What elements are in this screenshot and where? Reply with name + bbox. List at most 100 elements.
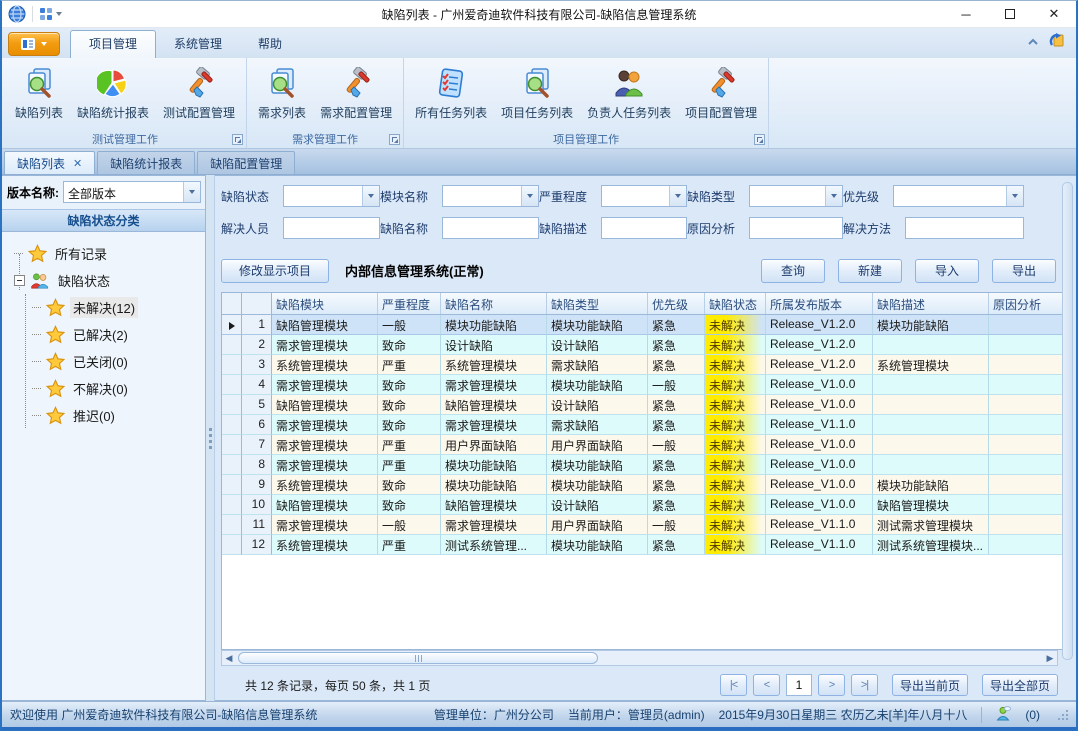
help-icon[interactable]: [1049, 32, 1066, 52]
export-current-page-button[interactable]: 导出当前页: [892, 674, 968, 696]
filter-combobox[interactable]: [601, 185, 687, 207]
table-row[interactable]: 6需求管理模块致命需求管理模块需求缺陷紧急未解决Release_V1.1.0: [222, 415, 1066, 435]
action-button-1[interactable]: 新建: [838, 259, 902, 283]
dialog-launcher-icon[interactable]: [389, 134, 400, 145]
ribbon-tab-2[interactable]: 帮助: [240, 31, 300, 58]
ribbon-button[interactable]: 缺陷列表: [8, 64, 70, 123]
filter-combobox[interactable]: [749, 185, 843, 207]
ribbon-tab-1[interactable]: 系统管理: [156, 31, 240, 58]
ribbon-button[interactable]: 项目任务列表: [494, 64, 580, 123]
chevron-down-icon[interactable]: [1006, 186, 1023, 206]
filter-input[interactable]: [442, 217, 539, 239]
row-selector-cell[interactable]: [222, 395, 242, 415]
grid-column-header[interactable]: 缺陷名称: [441, 293, 547, 314]
grid-column-header[interactable]: 原因分析: [989, 293, 1067, 314]
ribbon-button[interactable]: 需求列表: [251, 64, 313, 123]
ribbon-button[interactable]: 负责人任务列表: [580, 64, 678, 123]
table-row[interactable]: 12系统管理模块严重测试系统管理...模块功能缺陷紧急未解决Release_V1…: [222, 535, 1066, 555]
tree-item-2[interactable]: 未解决(12): [2, 294, 205, 321]
grid-column-header[interactable]: 严重程度: [378, 293, 441, 314]
grid-column-header[interactable]: 所属发布版本: [766, 293, 873, 314]
row-selector-cell[interactable]: [222, 455, 242, 475]
tree-item-0[interactable]: 所有记录: [2, 240, 205, 267]
filter-input[interactable]: [905, 217, 1024, 239]
table-row[interactable]: 4需求管理模块致命需求管理模块模块功能缺陷一般未解决Release_V1.0.0: [222, 375, 1066, 395]
filter-combobox[interactable]: [893, 185, 1024, 207]
ribbon-button[interactable]: 缺陷统计报表: [70, 64, 156, 123]
filter-input[interactable]: [283, 217, 380, 239]
export-all-pages-button[interactable]: 导出全部页: [982, 674, 1058, 696]
close-button[interactable]: ✕: [1032, 1, 1076, 27]
table-row[interactable]: 2需求管理模块致命设计缺陷设计缺陷紧急未解决Release_V1.2.0: [222, 335, 1066, 355]
version-combobox[interactable]: 全部版本: [63, 181, 201, 203]
table-row[interactable]: 11需求管理模块一般需求管理模块用户界面缺陷一般未解决Release_V1.1.…: [222, 515, 1066, 535]
table-row[interactable]: 7需求管理模块严重用户界面缺陷用户界面缺陷一般未解决Release_V1.0.0: [222, 435, 1066, 455]
minimize-button[interactable]: ─: [944, 1, 988, 27]
dialog-launcher-icon[interactable]: [754, 134, 765, 145]
chevron-down-icon[interactable]: [362, 186, 379, 206]
page-number-input[interactable]: 1: [786, 674, 812, 696]
close-tab-icon[interactable]: ✕: [73, 157, 82, 170]
row-selector-cell[interactable]: [222, 375, 242, 395]
collapse-node-icon[interactable]: [14, 275, 25, 286]
row-selector-cell[interactable]: [222, 535, 242, 555]
chevron-down-icon[interactable]: [521, 186, 538, 206]
scroll-left-icon[interactable]: ◀: [222, 651, 236, 665]
horizontal-scrollbar[interactable]: ◀ ▶: [221, 650, 1058, 666]
last-page-button[interactable]: >|: [851, 674, 878, 696]
grid-column-header[interactable]: 缺陷状态: [705, 293, 766, 314]
first-page-button[interactable]: |<: [720, 674, 747, 696]
grid-column-header[interactable]: 缺陷描述: [873, 293, 989, 314]
table-row[interactable]: 5缺陷管理模块致命缺陷管理模块设计缺陷紧急未解决Release_V1.0.0: [222, 395, 1066, 415]
tree-item-4[interactable]: 已关闭(0): [2, 348, 205, 375]
row-selector-cell[interactable]: [222, 415, 242, 435]
resize-grip-icon[interactable]: [1058, 710, 1068, 720]
grid-column-header[interactable]: 缺陷类型: [547, 293, 648, 314]
ribbon-button[interactable]: 所有任务列表: [408, 64, 494, 123]
splitter-handle[interactable]: [206, 175, 215, 701]
next-page-button[interactable]: >: [818, 674, 845, 696]
row-selector-cell[interactable]: [222, 435, 242, 455]
tree-item-5[interactable]: 不解决(0): [2, 375, 205, 402]
table-row[interactable]: 10缺陷管理模块致命缺陷管理模块设计缺陷紧急未解决Release_V1.0.0缺…: [222, 495, 1066, 515]
quick-access-toolbar-icon[interactable]: [39, 7, 62, 21]
table-row[interactable]: 8需求管理模块严重模块功能缺陷模块功能缺陷紧急未解决Release_V1.0.0: [222, 455, 1066, 475]
row-selector-cell[interactable]: [222, 335, 242, 355]
row-selector-cell[interactable]: [222, 315, 242, 335]
filter-combobox[interactable]: [442, 185, 539, 207]
scroll-right-icon[interactable]: ▶: [1043, 651, 1057, 665]
row-selector-cell[interactable]: [222, 495, 242, 515]
table-row[interactable]: 9系统管理模块致命模块功能缺陷模块功能缺陷紧急未解决Release_V1.0.0…: [222, 475, 1066, 495]
table-row[interactable]: 3系统管理模块严重系统管理模块需求缺陷紧急未解决Release_V1.2.0系统…: [222, 355, 1066, 375]
tree-item-1[interactable]: 缺陷状态: [2, 267, 205, 294]
filter-combobox[interactable]: [283, 185, 380, 207]
modify-columns-button[interactable]: 修改显示项目: [221, 259, 329, 283]
app-menu-button[interactable]: [8, 32, 60, 56]
doc-tab-1[interactable]: 缺陷统计报表: [97, 151, 195, 174]
action-button-0[interactable]: 查询: [761, 259, 825, 283]
row-selector-cell[interactable]: [222, 355, 242, 375]
grid-column-header[interactable]: 优先级: [648, 293, 705, 314]
chevron-down-icon[interactable]: [825, 186, 842, 206]
ribbon-button[interactable]: 测试配置管理: [156, 64, 242, 123]
ribbon-button[interactable]: 项目配置管理: [678, 64, 764, 123]
chevron-down-icon[interactable]: [183, 182, 200, 202]
collapse-ribbon-icon[interactable]: [1027, 35, 1039, 49]
scrollbar-thumb[interactable]: [238, 652, 598, 664]
vertical-scrollbar[interactable]: [1062, 182, 1073, 660]
doc-tab-0[interactable]: 缺陷列表✕: [4, 151, 95, 174]
prev-page-button[interactable]: <: [753, 674, 780, 696]
row-selector-cell[interactable]: [222, 515, 242, 535]
filter-input[interactable]: [749, 217, 843, 239]
maximize-button[interactable]: [988, 1, 1032, 27]
ribbon-tab-0[interactable]: 项目管理: [70, 30, 156, 58]
ribbon-button[interactable]: 需求配置管理: [313, 64, 399, 123]
filter-input[interactable]: [601, 217, 687, 239]
doc-tab-2[interactable]: 缺陷配置管理: [197, 151, 295, 174]
action-button-3[interactable]: 导出: [992, 259, 1056, 283]
action-button-2[interactable]: 导入: [915, 259, 979, 283]
table-row[interactable]: 1缺陷管理模块一般模块功能缺陷模块功能缺陷紧急未解决Release_V1.2.0…: [222, 315, 1066, 335]
tree-item-6[interactable]: 推迟(0): [2, 402, 205, 429]
dialog-launcher-icon[interactable]: [232, 134, 243, 145]
chevron-down-icon[interactable]: [669, 186, 686, 206]
